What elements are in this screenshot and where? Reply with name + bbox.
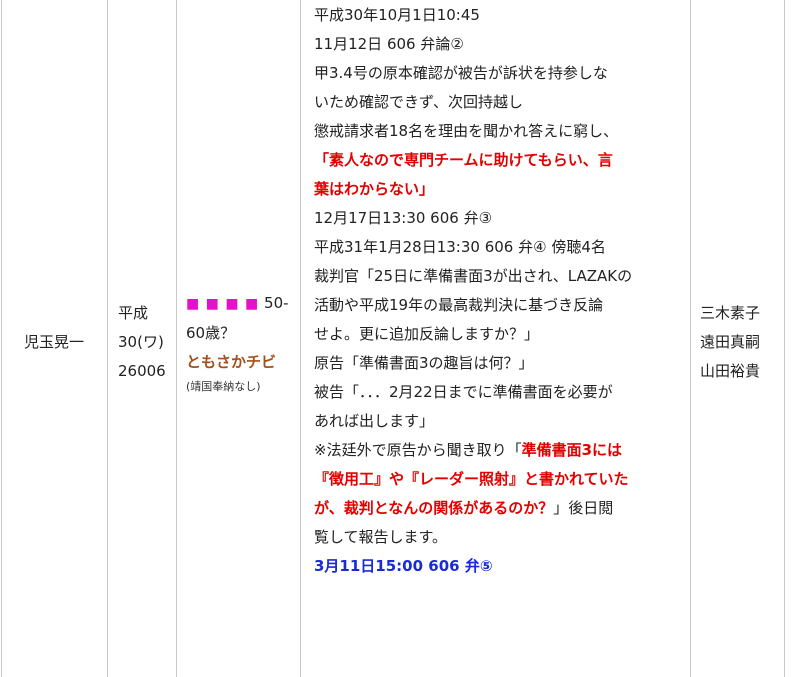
defendant-name: 児玉晃一 [24,333,85,351]
defendant-cell: 児玉晃一 [1,0,108,677]
judge-note: (靖国奉納なし) [186,379,261,393]
judge-age-start: 50- [264,293,289,312]
case-table-wrapper: 児玉晃一 平成 30(ワ) 26006 ■ ■ ■ ■ 50- 60歳？ ともさ… [0,0,799,677]
judge-age-rest: 60歳？ [186,323,236,342]
case-number-cell: 平成 30(ワ) 26006 [107,0,177,677]
panel-judge-1: 三木素子 [700,304,761,322]
judges-panel-cell: 三木素子 遠田真嗣 山田裕貴 [690,0,785,677]
hearing-notes-cell: 平成30年10月1日10:45 11月12日 606 弁論② 甲3.4号の原本確… [300,0,691,677]
panel-judge-3: 山田裕貴 [700,362,761,380]
note-line-17-highlight: 『徴用工』や『レーダー照射』と書かれていた [314,470,629,488]
note-line-4: いため確認できず、次回持越し [314,93,523,111]
note-line-18: が、裁判となんの関係があるのか？」後日閲 [314,494,682,523]
note-line-6-highlight: 「素人なので専門チームに助けてもらい、言 [314,151,613,169]
note-line-11: 活動や平成19年の最高裁判決に基づき反論 [314,296,604,314]
note-line-13: 原告「準備書面3の趣旨は何？」 [314,354,534,372]
case-year-type: 30(ワ) [118,333,164,351]
judge-cell: ■ ■ ■ ■ 50- 60歳？ ともさかチビ (靖国奉納なし) [176,0,301,677]
note-line-12: せよ。更に追加反論しますか？」 [314,325,540,343]
note-line-16-text: ※法廷外で原告から聞き取り「 [314,441,522,459]
note-line-18-highlight: が、裁判となんの関係があるのか？ [314,499,554,517]
note-line-19: 覧して報告します。 [314,528,448,546]
panel-judge-2: 遠田真嗣 [700,333,761,351]
note-line-9: 平成31年1月28日13:30 606 弁④ 傍聴4名 [314,238,606,256]
note-line-14: 被告「．．．2月22日までに準備書面を必要が [314,383,613,401]
note-line-7-highlight: 葉はわからない」 [314,180,435,198]
rating-stars: ■ ■ ■ ■ [186,295,260,312]
note-line-15: あれば出します」 [314,412,435,430]
case-number: 26006 [118,362,166,380]
case-era: 平成 [118,304,149,322]
judge-nickname: ともさかチビ [186,352,277,371]
note-line-1: 平成30年10月1日10:45 [314,6,480,24]
note-line-2: 11月12日 606 弁論② [314,35,464,53]
note-line-16: ※法廷外で原告から聞き取り「準備書面3には [314,436,682,465]
note-line-20-next-date: 3月11日15:00 606 弁⑤ [314,557,493,575]
table-row: 児玉晃一 平成 30(ワ) 26006 ■ ■ ■ ■ 50- 60歳？ ともさ… [1,0,785,677]
note-line-8: 12月17日13:30 606 弁③ [314,209,493,227]
note-line-10: 裁判官「25日に準備書面3が出され、LAZAKの [314,267,633,285]
note-line-18-text: 」後日閲 [553,499,614,517]
note-line-5: 懲戒請求者18名を理由を聞かれ答えに窮し、 [314,122,619,140]
note-line-3: 甲3.4号の原本確認が被告が訴状を持参しな [314,64,608,82]
note-line-16-highlight: 準備書面3には [521,441,623,459]
case-table: 児玉晃一 平成 30(ワ) 26006 ■ ■ ■ ■ 50- 60歳？ ともさ… [1,0,785,677]
